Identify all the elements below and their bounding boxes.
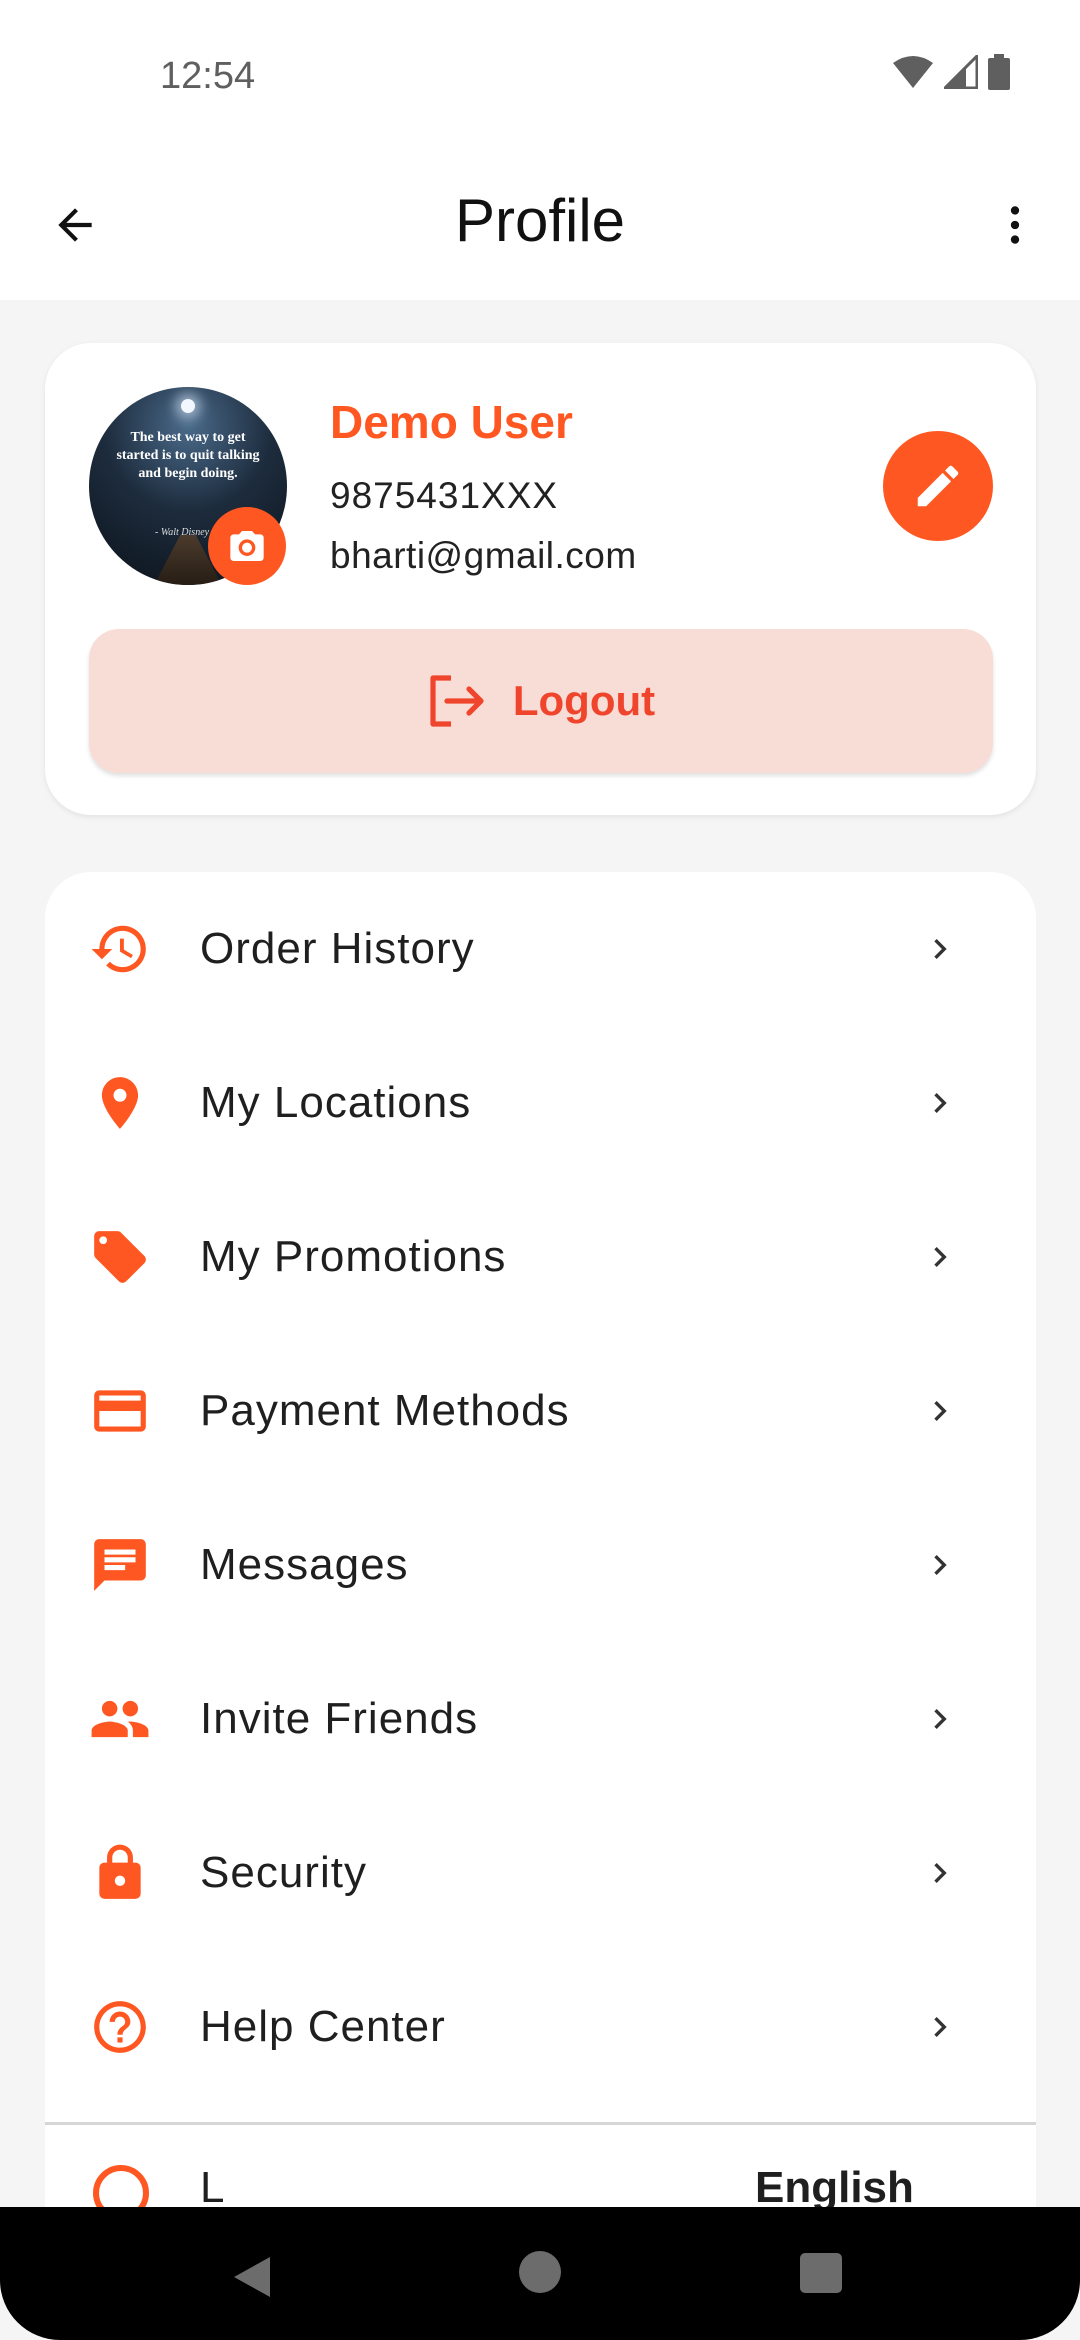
chevron-right-icon (915, 1232, 965, 1282)
chevron-right-icon (915, 1848, 965, 1898)
battery-icon (988, 54, 1010, 90)
message-icon (85, 1530, 155, 1600)
profile-card: The best way to get started is to quit t… (45, 343, 1036, 815)
chevron-right-icon (915, 1540, 965, 1590)
avatar-moon (181, 399, 195, 413)
chevron-right-icon (915, 924, 965, 974)
status-bar: 12:54 (0, 0, 1080, 150)
menu-item-security[interactable]: Security (45, 1796, 1036, 1950)
status-time: 12:54 (160, 55, 256, 97)
nav-back-icon[interactable] (230, 2255, 274, 2299)
avatar-attribution: - Walt Disney (155, 527, 210, 538)
logout-button[interactable]: Logout (89, 629, 993, 773)
chevron-right-icon (915, 1386, 965, 1436)
help-circle-icon (85, 1992, 155, 2062)
menu-list: Order History My Locations My Promotions… (45, 872, 1036, 2340)
edit-profile-button[interactable] (883, 431, 993, 541)
pencil-icon (917, 465, 959, 507)
menu-item-invite-friends[interactable]: Invite Friends (45, 1642, 1036, 1796)
chevron-right-icon (915, 1694, 965, 1744)
menu-item-label: Security (200, 1848, 367, 1897)
camera-icon (230, 531, 264, 561)
page-title: Profile (454, 187, 626, 254)
menu-item-label: My Locations (200, 1078, 472, 1127)
menu-item-label: Order History (200, 924, 475, 973)
menu-item-payment-methods[interactable]: Payment Methods (45, 1334, 1036, 1488)
credit-card-icon (85, 1376, 155, 1446)
change-photo-button[interactable] (208, 507, 286, 585)
menu-item-label: L (200, 2163, 225, 2212)
chevron-right-icon (915, 2002, 965, 2052)
logout-icon (430, 675, 484, 727)
menu-item-order-history[interactable]: Order History (45, 872, 1036, 1026)
user-email: bharti@gmail.com (330, 535, 637, 576)
language-value: English (755, 2163, 914, 2212)
location-pin-icon (85, 1068, 155, 1138)
menu-item-label: Messages (200, 1540, 409, 1589)
lock-icon (85, 1838, 155, 1908)
menu-item-label: Payment Methods (200, 1386, 570, 1435)
menu-item-label: My Promotions (200, 1232, 507, 1281)
system-nav-bar (0, 2207, 1080, 2340)
status-icons (892, 54, 1010, 90)
nav-home-icon[interactable] (519, 2251, 561, 2293)
signal-icon (944, 55, 978, 89)
nav-recents-icon[interactable] (800, 2253, 842, 2293)
more-options-button[interactable] (980, 190, 1050, 260)
chevron-right-icon (915, 1078, 965, 1128)
menu-item-messages[interactable]: Messages (45, 1488, 1036, 1642)
wifi-icon (893, 56, 933, 88)
menu-item-label: Help Center (200, 2002, 446, 2051)
more-vert-icon (1010, 206, 1020, 244)
app-bar: Profile (0, 150, 1080, 300)
menu-item-label: Invite Friends (200, 1694, 479, 1743)
logout-label: Logout (512, 677, 656, 724)
avatar-quote: The best way to get started is to quit t… (116, 430, 260, 481)
user-name: Demo User (330, 396, 573, 448)
history-icon (85, 914, 155, 984)
menu-item-my-locations[interactable]: My Locations (45, 1026, 1036, 1180)
tag-icon (85, 1222, 155, 1292)
menu-item-my-promotions[interactable]: My Promotions (45, 1180, 1036, 1334)
user-phone: 9875431XXX (330, 475, 559, 516)
people-icon (85, 1684, 155, 1754)
menu-item-help-center[interactable]: Help Center (45, 1950, 1036, 2104)
